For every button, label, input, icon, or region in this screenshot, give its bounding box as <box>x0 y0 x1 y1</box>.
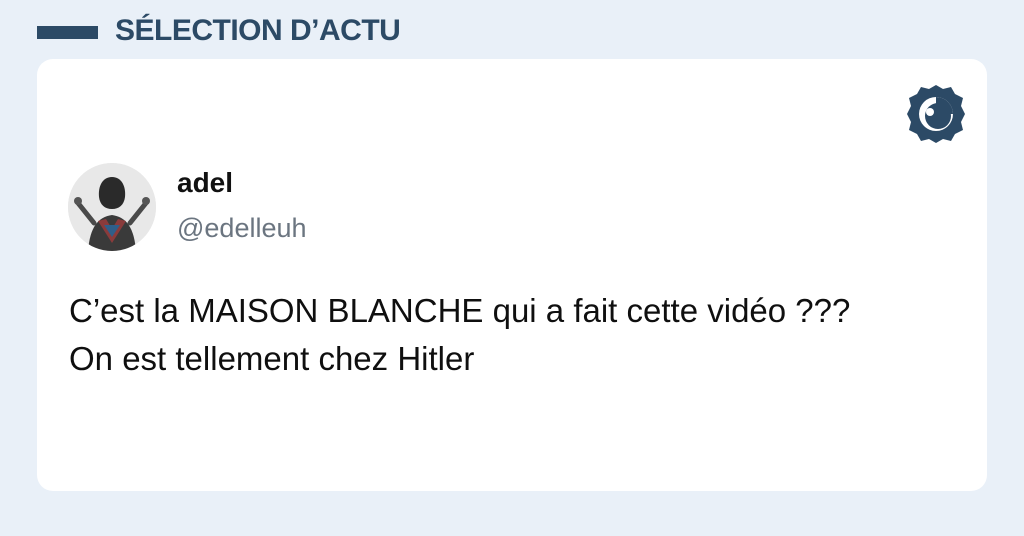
section-title: SÉLECTION D’ACTU <box>115 14 401 47</box>
eye-badge-logo-icon <box>907 85 965 143</box>
author-name[interactable]: adel <box>177 165 233 201</box>
user-avatar-icon <box>68 163 156 251</box>
author-handle[interactable]: @edelleuh <box>177 211 307 245</box>
tweet-card: adel @edelleuh C’est la MAISON BLANCHE q… <box>37 59 987 491</box>
avatar[interactable] <box>68 163 156 251</box>
header-accent-bar <box>37 26 98 39</box>
tweet-text: C’est la MAISON BLANCHE qui a fait cette… <box>69 287 979 383</box>
tweet-line: On est tellement chez Hitler <box>69 340 475 377</box>
tweet-line: C’est la MAISON BLANCHE qui a fait cette… <box>69 292 851 329</box>
